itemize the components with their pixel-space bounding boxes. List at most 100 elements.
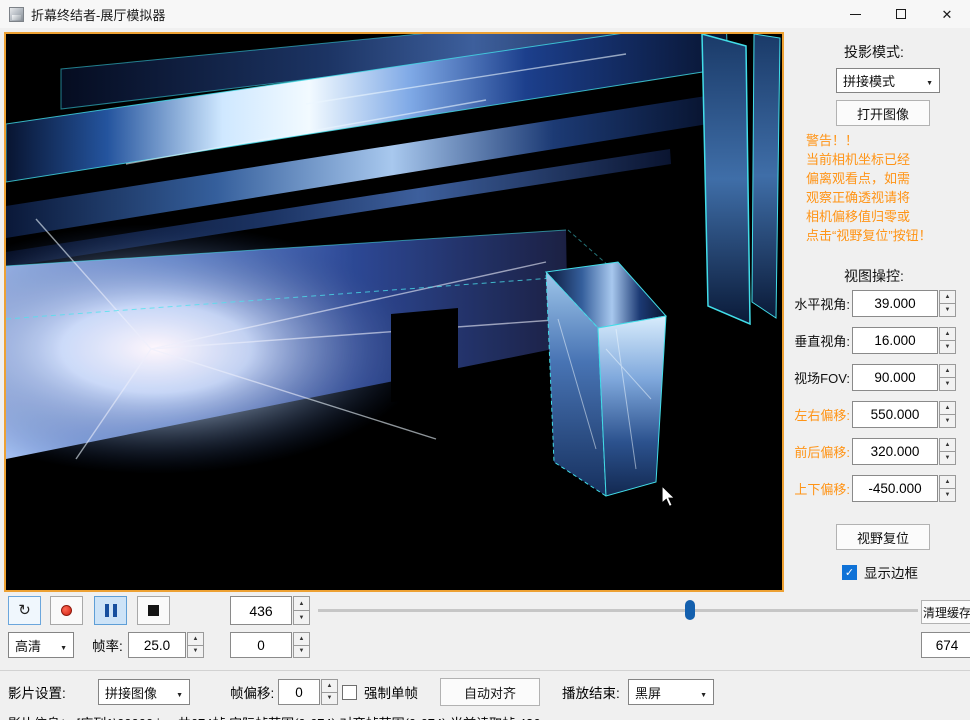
window-controls [832,0,970,28]
spin-down-button[interactable] [939,304,956,317]
field-row-offset-z: 前后偏移: 320.000 [788,438,970,465]
current-frame-spinbox: 436 [230,596,310,625]
vertical-angle-input[interactable]: 16.000 [852,327,938,354]
frame-offset-label: 帧偏移: [230,671,274,713]
spin-up-button[interactable] [939,290,956,304]
quality-value: 高清 [15,636,41,655]
scene-3d[interactable] [6,34,782,590]
maximize-button[interactable] [878,0,924,28]
offset-z-input[interactable]: 320.000 [852,438,938,465]
spinner [939,290,956,317]
field-label: 视场FOV: [788,368,850,387]
current-frame-input[interactable]: 436 [230,596,292,625]
warning-line: 点击“视野复位”按钮！ [806,226,968,245]
image-mode-select[interactable]: 拼接图像 [98,679,190,705]
close-icon [942,8,953,21]
spin-down-button[interactable] [293,611,310,625]
movie-settings-label: 影片设置: [8,671,66,713]
show-border-checkbox-box[interactable] [842,565,857,580]
chevron-down-icon [176,685,183,700]
clear-cache-button[interactable]: 清理缓存 [921,600,970,624]
force-single-frame-label: 强制单帧 [364,682,418,702]
window-title: 折幕终结者-展厅模拟器 [31,5,165,24]
spinner [939,475,956,502]
spin-down-button[interactable] [939,452,956,465]
field-label: 垂直视角: [788,331,850,350]
record-button[interactable] [50,596,83,625]
spinner [293,596,310,625]
quality-select[interactable]: 高清 [8,632,74,658]
open-image-button[interactable]: 打开图像 [836,100,930,126]
frame-offset-input[interactable]: 0 [278,679,320,705]
loop-icon [18,603,31,618]
fov-input[interactable]: 90.000 [852,364,938,391]
projection-mode-label: 投影模式: [844,42,904,62]
start-frame-input[interactable]: 0 [230,632,292,658]
minimize-icon [850,14,861,15]
stop-icon [148,605,159,616]
force-single-frame-checkbox-box[interactable] [342,685,357,700]
auto-align-button[interactable]: 自动对齐 [440,678,540,706]
field-label: 水平视角: [788,294,850,313]
playback-end-select[interactable]: 黑屏 [628,679,714,705]
spin-up-button[interactable] [939,364,956,378]
spinner [293,632,310,658]
horizontal-angle-input[interactable]: 39.000 [852,290,938,317]
framerate-input[interactable]: 25.0 [128,632,186,658]
right-panel: 投影模式: 拼接模式 打开图像 警告！！ 当前相机坐标已经 偏离观看点，如需 观… [786,32,970,592]
minimize-button[interactable] [832,0,878,28]
spin-down-button[interactable] [321,693,338,706]
spin-up-button[interactable] [293,596,310,611]
spin-up-button[interactable] [939,438,956,452]
view-reset-button[interactable]: 视野复位 [836,524,930,550]
warning-line: 偏离观看点，如需 [806,169,968,188]
spinner [939,364,956,391]
force-single-frame-checkbox[interactable]: 强制单帧 [342,671,418,713]
close-button[interactable] [924,0,970,28]
view-control-label: 视图操控: [844,266,904,286]
field-row-offset-x: 左右偏移: 550.000 [788,401,970,428]
app-window: 折幕终结者-展厅模拟器 [0,0,970,720]
spin-up-button[interactable] [939,327,956,341]
show-border-checkbox[interactable]: 显示边框 [842,562,918,582]
timeline-handle[interactable] [685,600,695,620]
spin-down-button[interactable] [187,646,204,659]
titlebar[interactable]: 折幕终结者-展厅模拟器 [0,0,970,28]
spin-down-button[interactable] [939,341,956,354]
stop-button[interactable] [137,596,170,625]
view-control-fields: 水平视角: 39.000 垂直视角: 16.000 视场FOV: 90.000 [788,290,970,512]
spin-up-button[interactable] [939,401,956,415]
playback-end-value: 黑屏 [635,683,661,702]
chevron-down-icon [60,638,67,653]
timeline-track[interactable] [318,609,918,612]
record-icon [61,605,72,616]
pause-icon [105,604,117,617]
spin-down-button[interactable] [293,646,310,659]
spin-down-button[interactable] [939,415,956,428]
spin-up-button[interactable] [939,475,956,489]
total-frames-input[interactable]: 674 [921,632,970,658]
timeline-slider[interactable] [318,598,918,622]
frame-offset-spinbox: 0 [278,679,338,705]
pause-button[interactable] [94,596,127,625]
app-icon [9,7,24,22]
field-label: 上下偏移: [788,479,850,498]
spin-up-button[interactable] [321,679,338,693]
offset-x-input[interactable]: 550.000 [852,401,938,428]
spin-up-button[interactable] [293,632,310,646]
spin-down-button[interactable] [939,378,956,391]
projection-mode-select[interactable]: 拼接模式 [836,68,940,93]
field-row-horizontal-angle: 水平视角: 39.000 [788,290,970,317]
offset-y-input[interactable]: -450.000 [852,475,938,502]
maximize-icon [896,9,906,19]
viewport-frame [4,32,784,592]
spin-up-button[interactable] [187,632,204,646]
spin-down-button[interactable] [939,489,956,502]
field-label: 前后偏移: [788,442,850,461]
settings-bar: 影片设置: 拼接图像 帧偏移: 0 强制单帧 自动对齐 播放结束: 黑屏 [0,670,970,712]
warning-line: 观察正确透视请将 [806,188,968,207]
transport-bar: 436 清理缓存 高清 帧率: 25.0 0 [0,592,970,670]
field-row-fov: 视场FOV: 90.000 [788,364,970,391]
loop-button[interactable] [8,596,41,625]
chevron-down-icon [700,685,707,700]
